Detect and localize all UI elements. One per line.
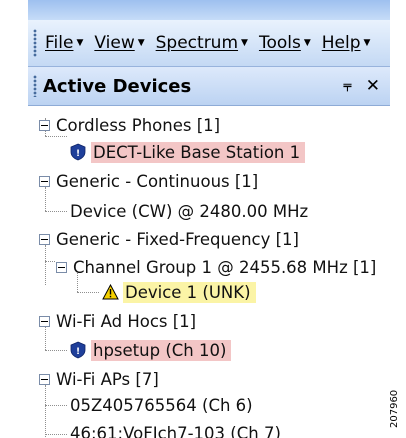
collapse-icon[interactable]	[56, 261, 67, 273]
device-label: 05Z405765564 (Ch 6)	[70, 395, 253, 415]
collapse-icon[interactable]	[39, 175, 50, 187]
chevron-down-icon: ▼	[137, 38, 145, 48]
active-devices-window: File ▼ View ▼ Spectrum ▼ Tools ▼ Help ▼ …	[28, 0, 390, 438]
tree-node-label: Cordless Phones [1]	[56, 115, 221, 135]
shield-icon: !	[70, 143, 86, 161]
chevron-down-icon: ▼	[303, 38, 311, 48]
chevron-down-icon: ▼	[241, 38, 248, 48]
pane-grip[interactable]	[33, 75, 37, 97]
close-icon[interactable]: ✕	[366, 76, 380, 96]
shield-icon: !	[70, 341, 86, 359]
collapse-icon[interactable]	[39, 373, 50, 385]
pane-header: Active Devices ⫧ ✕	[28, 67, 390, 106]
pane-title: Active Devices	[43, 75, 192, 97]
device-label: Device (CW) @ 2480.00 MHz	[70, 201, 309, 221]
device-label: DECT-Like Base Station 1	[91, 141, 306, 163]
menu-tools[interactable]: Tools ▼	[259, 33, 311, 53]
menubar-grip[interactable]	[33, 29, 37, 57]
menu-tools-label: Tools	[258, 33, 301, 53]
tree-leaf-dect-base-station[interactable]: ! DECT-Like Base Station 1	[69, 139, 306, 165]
pin-icon[interactable]: ⫧	[343, 77, 351, 95]
tree-leaf-device-1[interactable]: Device 1 (UNK)	[102, 279, 256, 305]
svg-text:!: !	[76, 347, 80, 357]
collapse-icon[interactable]	[39, 233, 50, 245]
device-tree: Cordless Phones [1] ! DECT-Like Base Sta…	[28, 106, 390, 438]
tree-node-channel-group[interactable]: Channel Group 1 @ 2455.68 MHz [1]	[56, 254, 376, 280]
tree-leaf-cw-device[interactable]: Device (CW) @ 2480.00 MHz	[70, 198, 308, 224]
menu-view-label: View	[94, 33, 135, 53]
device-label: Device 1 (UNK)	[123, 281, 256, 303]
tree-node-label: Channel Group 1 @ 2455.68 MHz [1]	[73, 257, 377, 277]
device-label: hpsetup (Ch 10)	[91, 339, 232, 361]
tree-node-wifi-aps[interactable]: Wi-Fi APs [7]	[39, 366, 159, 392]
toolbar-strip	[28, 0, 390, 20]
collapse-icon[interactable]	[39, 315, 50, 327]
menu-help-label: Help	[321, 33, 361, 53]
chevron-down-icon: ▼	[76, 38, 84, 48]
tree-node-label: Generic - Continuous [1]	[56, 171, 259, 191]
menu-file-label: File	[45, 33, 74, 53]
tree-node-generic-fixed-frequency[interactable]: Generic - Fixed-Frequency [1]	[39, 226, 299, 252]
chevron-down-icon: ▼	[363, 38, 371, 48]
tree-node-cordless-phones[interactable]: Cordless Phones [1]	[39, 112, 220, 138]
figure-id-label: 207960	[389, 389, 400, 428]
menu-bar: File ▼ View ▼ Spectrum ▼ Tools ▼ Help ▼	[28, 20, 390, 67]
tree-leaf-ap[interactable]: 46:61:VoFIch7-103 (Ch 7)	[70, 420, 281, 438]
tree-node-generic-continuous[interactable]: Generic - Continuous [1]	[39, 168, 258, 194]
tree-node-wifi-ad-hocs[interactable]: Wi-Fi Ad Hocs [1]	[39, 308, 196, 334]
svg-text:!: !	[76, 149, 80, 159]
tree-node-label: Wi-Fi Ad Hocs [1]	[56, 311, 197, 331]
tree-leaf-ap[interactable]: 05Z405765564 (Ch 6)	[70, 392, 253, 418]
menu-spectrum-label: Spectrum	[155, 33, 239, 53]
device-label: 46:61:VoFIch7-103 (Ch 7)	[70, 423, 281, 438]
menu-help[interactable]: Help ▼	[322, 33, 371, 53]
warning-icon	[102, 284, 119, 300]
menu-spectrum[interactable]: Spectrum ▼	[156, 33, 248, 53]
collapse-icon[interactable]	[39, 119, 50, 131]
menu-view[interactable]: View ▼	[94, 33, 144, 53]
menu-file[interactable]: File ▼	[45, 33, 83, 53]
tree-leaf-hpsetup[interactable]: ! hpsetup (Ch 10)	[69, 337, 232, 363]
tree-node-label: Generic - Fixed-Frequency [1]	[56, 229, 299, 249]
tree-node-label: Wi-Fi APs [7]	[56, 369, 159, 389]
